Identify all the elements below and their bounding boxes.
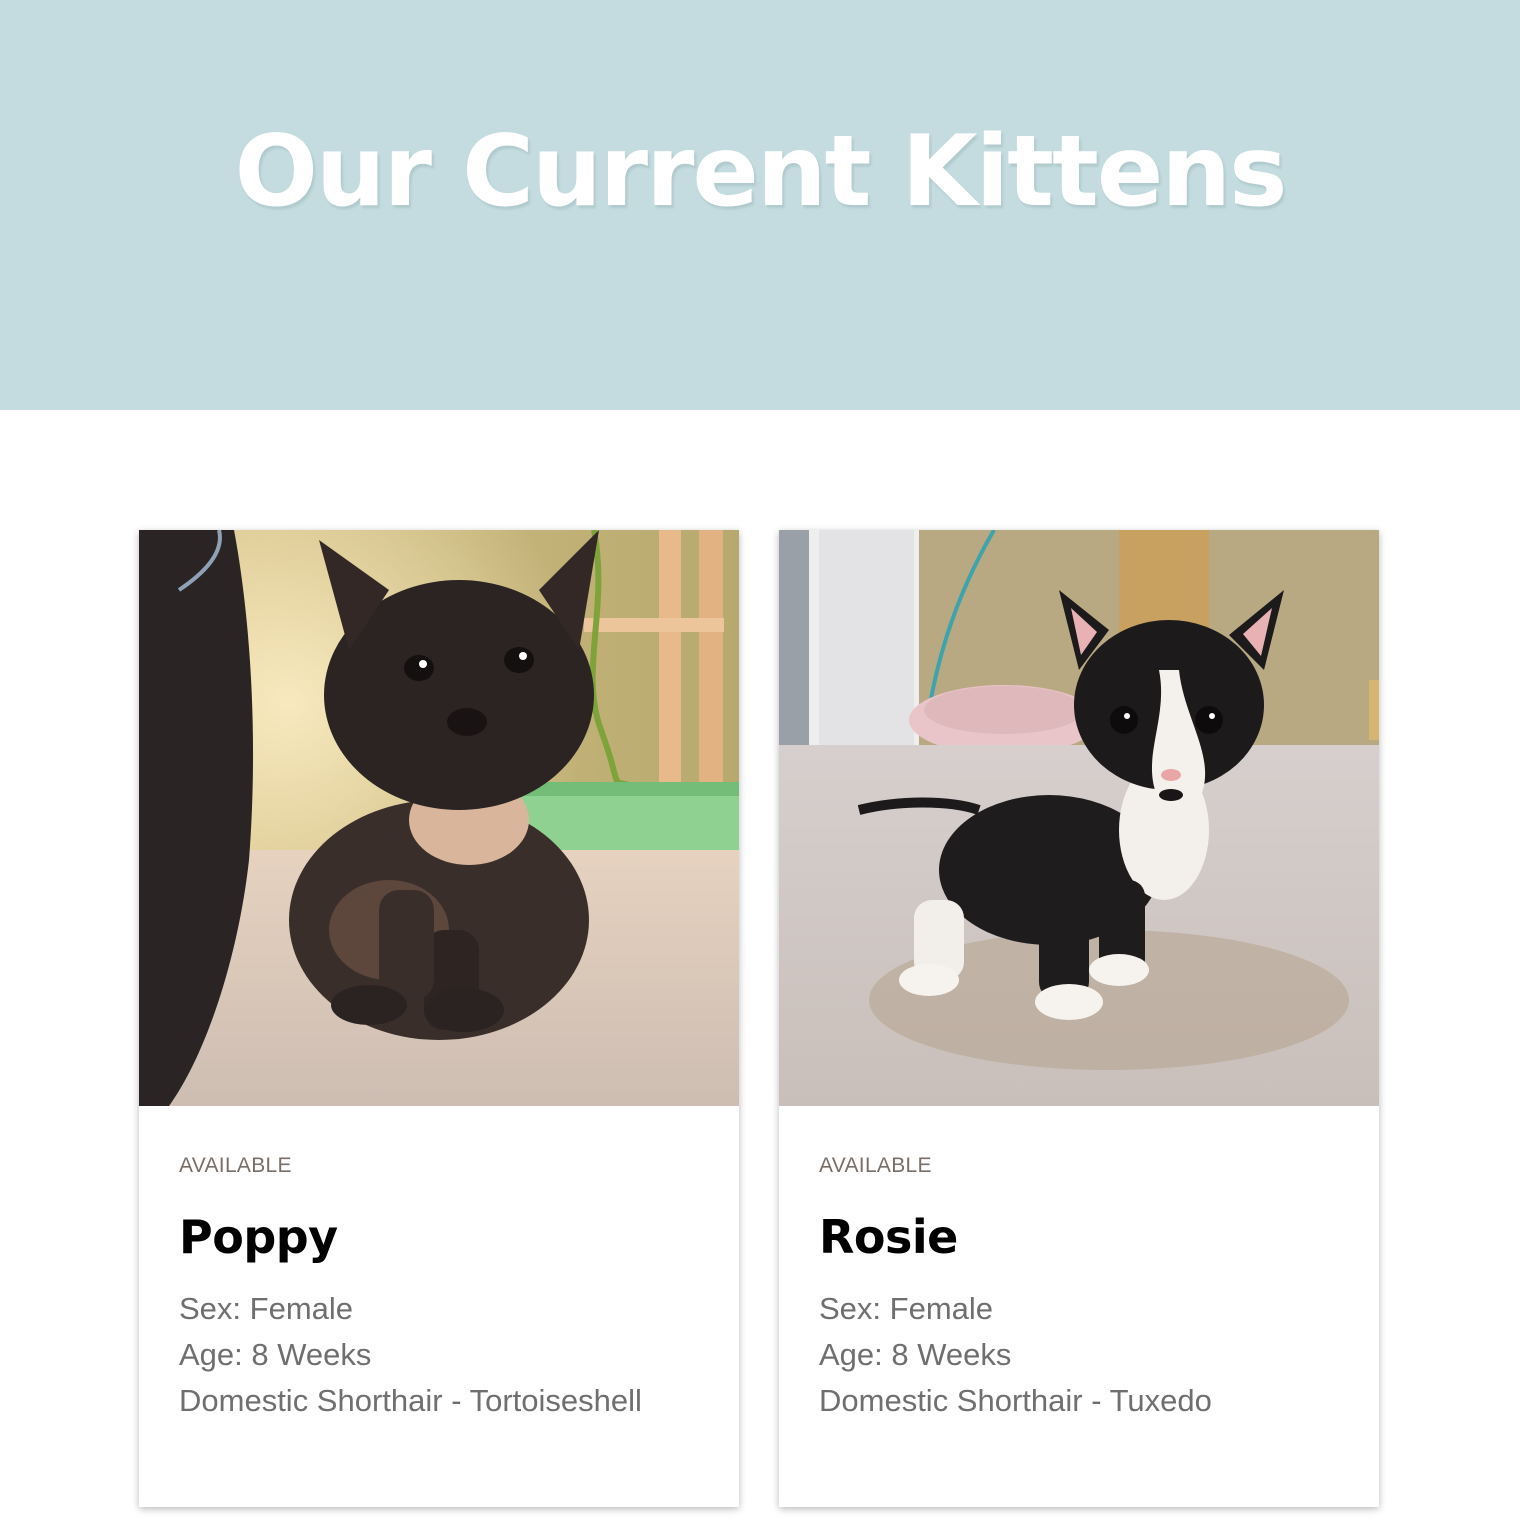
kitten-age: Age: 8 Weeks [179, 1337, 372, 1372]
kitten-age: Age: 8 Weeks [819, 1337, 1012, 1372]
tuxedo-kitten-photo [779, 530, 1379, 1106]
availability-status: AVAILABLE [179, 1154, 292, 1177]
kitten-sex: Sex: Female [179, 1291, 354, 1326]
kitten-breed: Domestic Shorthair - Tortoiseshell [179, 1383, 642, 1418]
kitten-details: Sex: Female Age: 8 Weeks Domestic Shorth… [819, 1286, 1359, 1424]
kitten-breed: Domestic Shorthair - Tuxedo [819, 1383, 1212, 1418]
kitten-photo[interactable] [779, 530, 1379, 1106]
kitten-sex: Sex: Female [819, 1291, 994, 1326]
tortoiseshell-kitten-photo [139, 530, 739, 1106]
kitten-details: Sex: Female Age: 8 Weeks Domestic Shorth… [179, 1286, 719, 1424]
kitten-name[interactable]: Poppy [179, 1210, 338, 1264]
hero-banner: Our Current Kittens [0, 0, 1520, 410]
kitten-name[interactable]: Rosie [819, 1210, 958, 1264]
kitten-card-poppy[interactable]: AVAILABLE Poppy Sex: Female Age: 8 Weeks… [139, 530, 739, 1507]
kitten-photo[interactable] [139, 530, 739, 1106]
kitten-card-rosie[interactable]: AVAILABLE Rosie Sex: Female Age: 8 Weeks… [779, 530, 1379, 1507]
page-title: Our Current Kittens [234, 115, 1288, 229]
availability-status: AVAILABLE [819, 1154, 932, 1177]
